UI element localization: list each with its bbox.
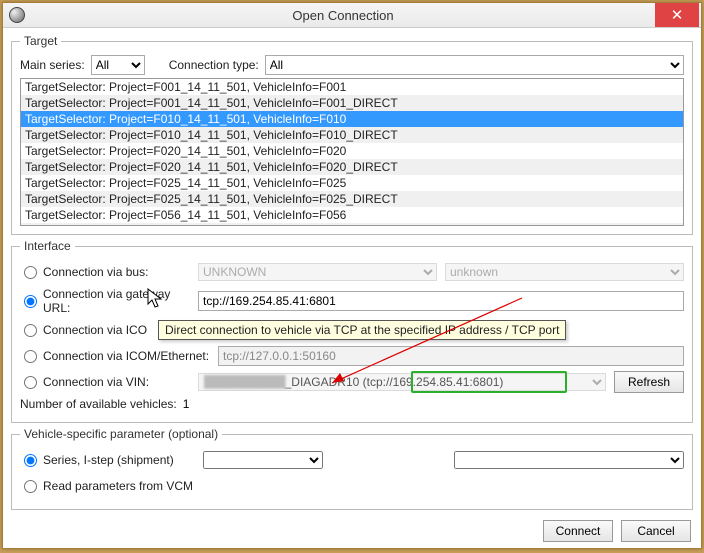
vin-select	[198, 373, 606, 391]
main-series-select[interactable]: All	[91, 55, 145, 75]
vehicle-params-group: Vehicle-specific parameter (optional) Se…	[11, 427, 693, 510]
series-istep-label: Series, I-step (shipment)	[43, 453, 174, 467]
radio-gateway[interactable]	[24, 295, 37, 308]
refresh-button[interactable]: Refresh	[614, 371, 684, 393]
connection-type-label: Connection type:	[169, 58, 259, 72]
radio-vin[interactable]	[24, 376, 37, 389]
bus-select-2: unknown	[445, 263, 684, 281]
radio-read-vcm[interactable]	[24, 480, 37, 493]
target-list-item[interactable]: TargetSelector: Project=F025_14_11_501, …	[21, 175, 683, 191]
cancel-button[interactable]: Cancel	[621, 520, 691, 542]
radio-bus[interactable]	[24, 266, 37, 279]
app-icon	[9, 7, 25, 23]
target-list-item[interactable]: TargetSelector: Project=F056_14_11_501, …	[21, 207, 683, 223]
vehicle-params-legend: Vehicle-specific parameter (optional)	[20, 427, 222, 441]
target-list-item[interactable]: TargetSelector: Project=F001_14_11_501, …	[21, 79, 683, 95]
target-list-item[interactable]: TargetSelector: Project=F001_14_11_501, …	[21, 95, 683, 111]
connection-type-select[interactable]: All	[265, 55, 684, 75]
main-series-label: Main series:	[20, 58, 85, 72]
radio-icom[interactable]	[24, 324, 37, 337]
vin-label: Connection via VIN:	[43, 375, 149, 389]
radio-icom-ethernet[interactable]	[24, 350, 37, 363]
icom-ethernet-label: Connection via ICOM/Ethernet:	[43, 349, 209, 363]
target-legend: Target	[20, 34, 61, 48]
available-vehicles-count: 1	[183, 397, 190, 411]
target-list-item[interactable]: TargetSelector: Project=F025_14_11_501, …	[21, 191, 683, 207]
connect-button[interactable]: Connect	[543, 520, 613, 542]
open-connection-dialog: Open Connection ✕ Target Main series: Al…	[2, 2, 702, 549]
title-bar: Open Connection ✕	[3, 3, 701, 28]
interface-legend: Interface	[20, 239, 75, 253]
istep-select[interactable]	[454, 451, 684, 469]
interface-group: Interface Connection via bus: UNKNOWN un…	[11, 239, 693, 423]
target-list-item[interactable]: TargetSelector: Project=F010_14_11_501, …	[21, 127, 683, 143]
radio-series-istep[interactable]	[24, 454, 37, 467]
gateway-url-input[interactable]	[198, 291, 684, 311]
close-button[interactable]: ✕	[655, 3, 699, 27]
bus-label: Connection via bus:	[43, 265, 148, 279]
available-vehicles-label: Number of available vehicles:	[20, 397, 177, 411]
series-select[interactable]	[203, 451, 323, 469]
target-list-item[interactable]: TargetSelector: Project=F010_14_11_501, …	[21, 111, 683, 127]
gateway-label: Connection via gateway URL:	[43, 287, 190, 315]
gateway-tooltip: Direct connection to vehicle via TCP at …	[158, 320, 566, 340]
window-title: Open Connection	[31, 8, 655, 23]
dialog-footer: Connect Cancel	[11, 514, 693, 542]
target-listbox[interactable]: TargetSelector: Project=F001_14_11_501, …	[20, 78, 684, 226]
target-list-item[interactable]: TargetSelector: Project=F056_14_11_501, …	[21, 223, 683, 226]
icom-ethernet-input	[218, 346, 684, 366]
target-list-item[interactable]: TargetSelector: Project=F020_14_11_501, …	[21, 159, 683, 175]
read-vcm-label: Read parameters from VCM	[43, 479, 193, 493]
target-list-item[interactable]: TargetSelector: Project=F020_14_11_501, …	[21, 143, 683, 159]
target-group: Target Main series: All Connection type:…	[11, 34, 693, 235]
icom-label: Connection via ICO	[43, 323, 147, 337]
bus-select-1: UNKNOWN	[198, 263, 437, 281]
